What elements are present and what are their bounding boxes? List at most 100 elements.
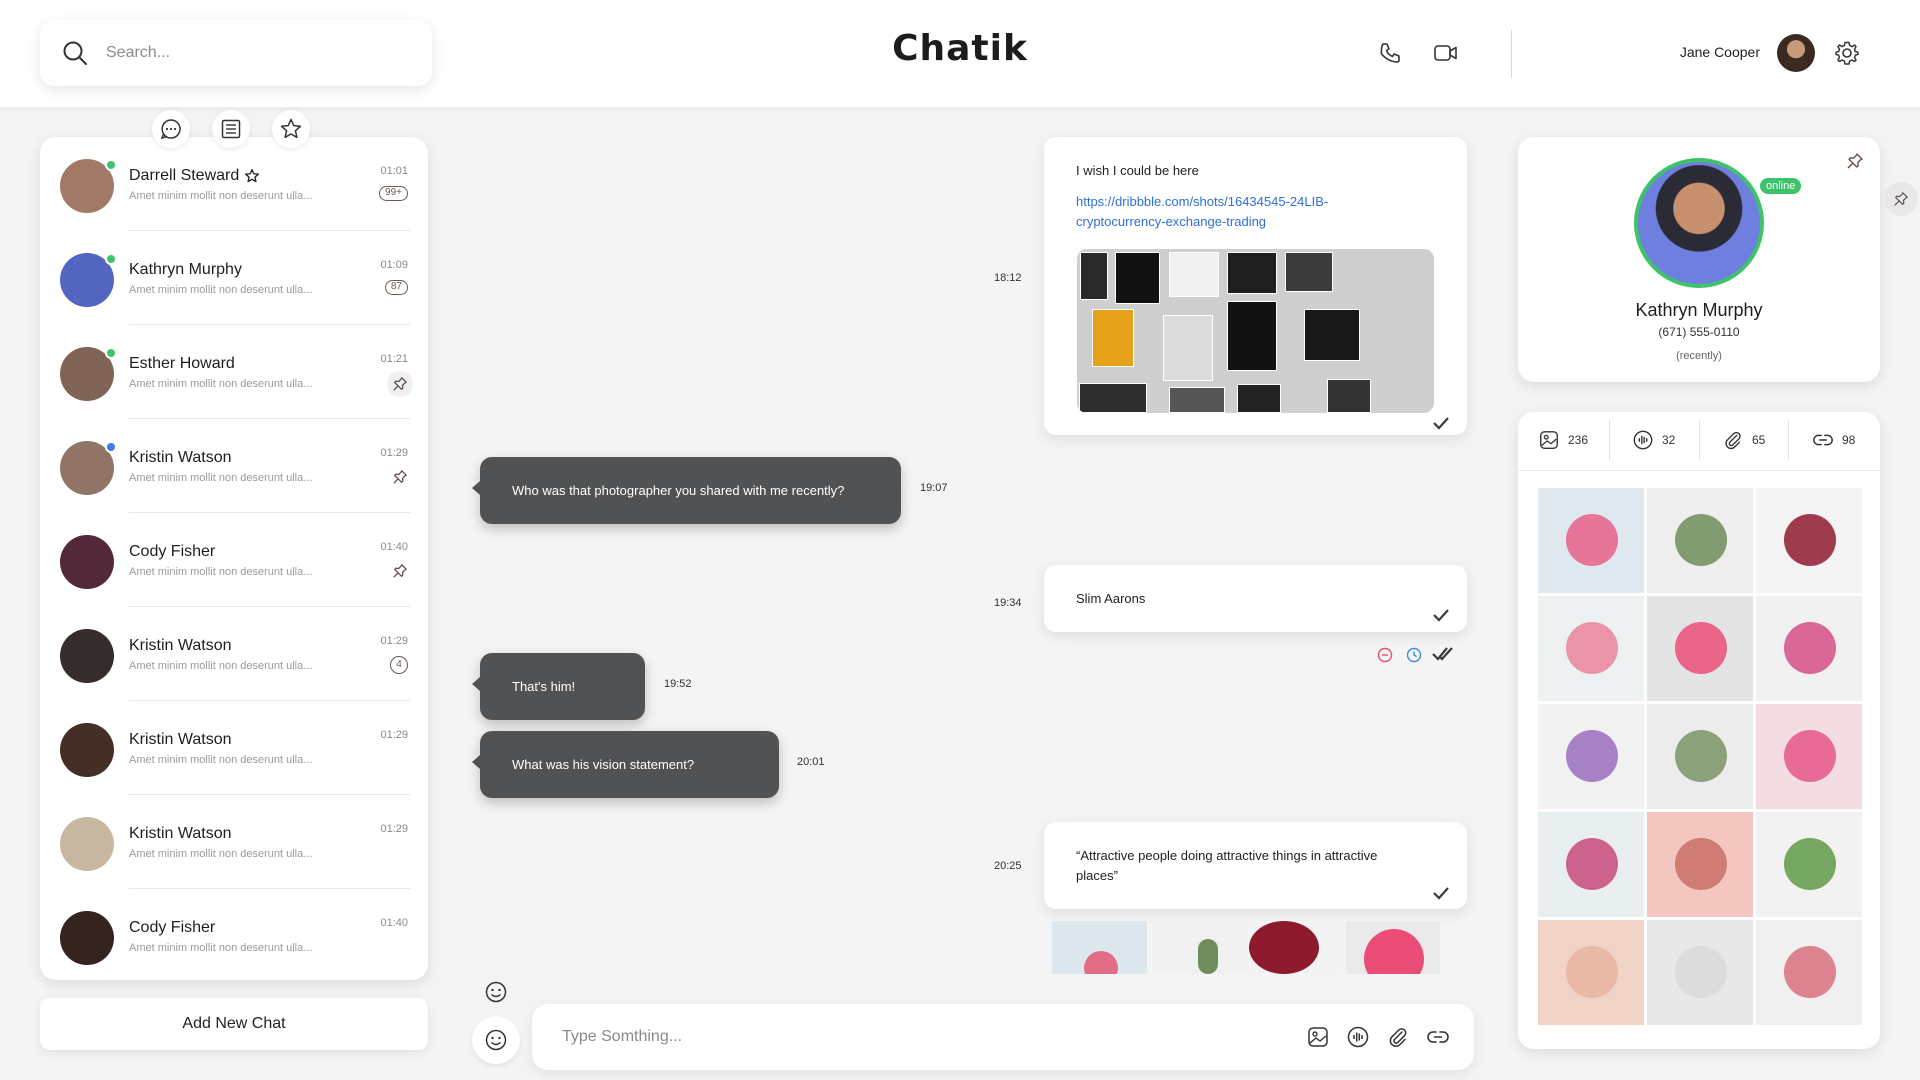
attachment-icon (1725, 431, 1741, 450)
clock-icon[interactable] (1406, 647, 1422, 663)
profile-avatar (1634, 158, 1764, 288)
message-bubble-incoming: What was his vision statement? (472, 731, 779, 798)
chat-list-item[interactable]: Esther Howard Amet minim mollit non deser… (60, 325, 413, 419)
remove-icon[interactable] (1377, 647, 1393, 663)
pin-icon[interactable] (392, 563, 408, 579)
presence-dot (105, 253, 117, 265)
attachment-icon (1389, 1028, 1407, 1047)
attach-audio-button[interactable] (1346, 1025, 1370, 1049)
video-camera-icon (1434, 45, 1457, 61)
chat-time: 01:21 (380, 353, 408, 365)
avatar (60, 817, 114, 871)
media-tab-images[interactable]: 236 (1538, 420, 1588, 460)
search-input[interactable] (106, 44, 406, 62)
chat-list-item[interactable]: Kristin Watson Amet minim mollit non dese… (60, 607, 410, 701)
attach-image-button[interactable] (1306, 1025, 1330, 1049)
chat-contact-name: Kathryn Murphy (129, 261, 242, 278)
phone-call-button[interactable] (1374, 37, 1406, 69)
media-thumbnail[interactable] (1756, 920, 1862, 1025)
chat-list-item[interactable]: Darrell Steward Amet minim mollit non des… (60, 137, 410, 231)
message-time: 18:12 (994, 272, 1022, 284)
read-check-icon (1432, 416, 1450, 430)
side-pin-button[interactable] (1884, 182, 1918, 216)
media-thumbnail[interactable] (1756, 488, 1862, 593)
message-link[interactable]: https://dribbble.com/shots/16434545-24LI… (1076, 192, 1328, 232)
settings-button[interactable] (1831, 37, 1863, 69)
message-bubble-incoming: Who was that photographer you shared wit… (472, 457, 901, 524)
media-tab-audio[interactable]: 32 (1632, 420, 1675, 460)
add-new-chat-button[interactable]: Add New Chat (40, 998, 428, 1050)
attach-file-button[interactable] (1386, 1025, 1410, 1049)
online-badge: online (1760, 178, 1802, 194)
shared-photo[interactable] (1077, 249, 1434, 413)
pin-icon (1847, 153, 1863, 169)
chat-contact-name: Kristin Watson (129, 731, 232, 748)
media-thumbnail[interactable] (1538, 812, 1644, 917)
profile-name: Kathryn Murphy (1635, 300, 1763, 320)
read-check-icon (1432, 608, 1450, 622)
chat-list-item[interactable]: Kathryn Murphy Amet minim mollit non dese… (60, 231, 410, 325)
chat-time: 01:29 (380, 823, 408, 835)
chat-preview: Amet minim mollit non deserunt ulla... (129, 848, 313, 860)
message-time: 19:52 (664, 678, 692, 690)
chat-list-item[interactable]: Kristin Watson Amet minim mollit non dese… (60, 795, 410, 889)
current-user-avatar[interactable] (1777, 34, 1815, 72)
search-icon (62, 40, 88, 66)
media-thumbnail[interactable] (1647, 704, 1753, 809)
presence-dot (105, 159, 117, 171)
message-time: 19:34 (994, 597, 1022, 609)
pin-icon[interactable] (387, 371, 413, 397)
emoji-button[interactable] (472, 1016, 520, 1064)
message-text: Slim Aarons (1076, 591, 1146, 606)
media-thumbnail[interactable] (1538, 596, 1644, 701)
gear-icon (1835, 41, 1859, 65)
search-box[interactable] (40, 20, 432, 86)
pin-profile-button[interactable] (1846, 152, 1864, 170)
message-time: 20:25 (994, 860, 1022, 872)
chat-list-item[interactable]: Kristin Watson Amet minim mollit non dese… (60, 419, 410, 513)
media-thumbnail[interactable] (1538, 488, 1644, 593)
chat-preview: Amet minim mollit non deserunt ulla... (129, 378, 313, 390)
emoji-reaction-icon[interactable] (484, 980, 508, 1004)
message-text: I wish I could be here (1076, 163, 1199, 178)
media-thumbnail[interactable] (1756, 812, 1862, 917)
media-thumbnail[interactable] (1538, 920, 1644, 1025)
message-media-strip[interactable] (1052, 921, 1440, 974)
media-thumbnail[interactable] (1647, 596, 1753, 701)
media-tab-files[interactable]: 65 (1722, 420, 1765, 460)
chat-contact-name: Darrell Steward (129, 167, 240, 184)
media-thumbnail[interactable] (1538, 704, 1644, 809)
media-thumbnail[interactable] (1647, 488, 1753, 593)
header-divider (1511, 30, 1512, 78)
unread-badge: 99+ (379, 186, 408, 201)
video-call-button[interactable] (1430, 37, 1462, 69)
smiley-icon (485, 1029, 507, 1051)
chat-time: 01:29 (380, 635, 408, 647)
media-tab-links[interactable]: 98 (1812, 420, 1855, 460)
chat-preview: Amet minim mollit non deserunt ulla... (129, 566, 313, 578)
media-thumbnail[interactable] (1647, 920, 1753, 1025)
chat-time: 01:40 (380, 917, 408, 929)
message-composer[interactable] (532, 1004, 1474, 1070)
chat-list-item[interactable]: Cody Fisher Amet minim mollit non deserun… (60, 513, 410, 607)
media-thumbnail[interactable] (1647, 812, 1753, 917)
chat-contact-name: Kristin Watson (129, 825, 232, 842)
media-thumbnail[interactable] (1756, 596, 1862, 701)
message-input[interactable] (562, 1028, 1262, 1046)
chat-time: 01:29 (380, 729, 408, 741)
phone-icon (1380, 43, 1400, 63)
presence-dot (105, 441, 117, 453)
chat-contact-name: Kristin Watson (129, 449, 232, 466)
chat-time: 01:40 (380, 541, 408, 553)
chat-list-item[interactable]: Kristin Watson Amet minim mollit non dese… (60, 701, 410, 795)
attach-link-button[interactable] (1426, 1025, 1450, 1049)
avatar (60, 723, 114, 777)
pin-icon[interactable] (392, 469, 408, 485)
current-username: Jane Cooper (1679, 44, 1760, 60)
chat-preview: Amet minim mollit non deserunt ulla... (129, 754, 313, 766)
link-icon (1427, 1031, 1449, 1043)
media-thumbnail[interactable] (1756, 704, 1862, 809)
chat-time: 01:09 (380, 259, 408, 271)
unread-badge: 4 (390, 656, 408, 674)
chat-list-item[interactable]: Cody Fisher Amet minim mollit non deserun… (60, 889, 410, 983)
